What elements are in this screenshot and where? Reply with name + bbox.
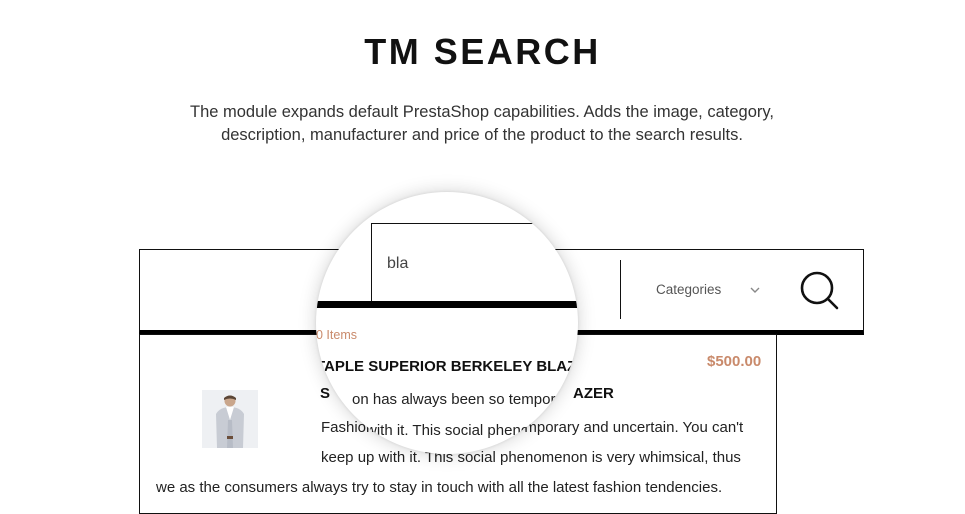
magnifier-lens: 0 Items TAPLE SUPERIOR BERKELEY BLAZE on… (316, 192, 578, 454)
page-title: TM SEARCH (364, 31, 601, 72)
chevron-down-icon[interactable] (748, 283, 762, 297)
search-icon[interactable] (799, 270, 843, 314)
product-description-line: keep up with it. This social phenomenon … (321, 449, 741, 466)
input-border-top (372, 223, 578, 224)
product-name-magnified[interactable]: TAPLE SUPERIOR BERKELEY BLAZE (316, 358, 578, 375)
product-description-magnified: with it. This social pheno (366, 422, 530, 439)
product-price: $500.00 (707, 353, 762, 370)
search-bar-divider (620, 260, 621, 319)
description-line: The module expands default PrestaShop ca… (190, 103, 774, 121)
input-border-left (371, 223, 372, 303)
results-count: 0 Items (316, 328, 357, 342)
product-image[interactable] (202, 390, 258, 448)
product-description-magnified: on has always been so temporary (352, 391, 577, 408)
input-border-bottom (316, 301, 578, 308)
description-line: description, manufacturer and price of t… (221, 126, 743, 144)
search-input[interactable] (385, 254, 539, 274)
product-description-line: we as the consumers always try to stay i… (156, 479, 723, 496)
page-description: The module expands default PrestaShop ca… (182, 101, 782, 147)
categories-dropdown[interactable]: Categories (656, 282, 721, 297)
